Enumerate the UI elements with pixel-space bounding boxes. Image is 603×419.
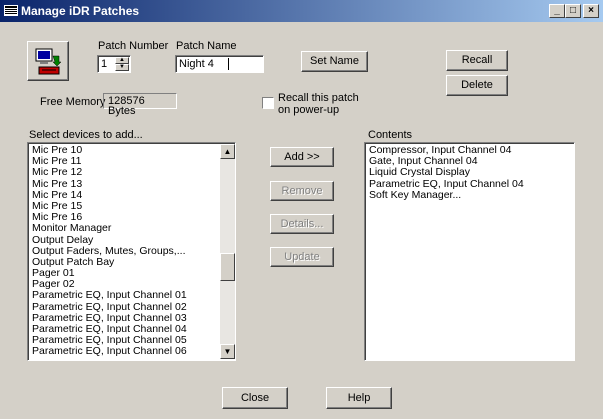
patch-name-value: Night 4 bbox=[179, 58, 214, 70]
devices-scrollbar[interactable]: ▲ ▼ bbox=[220, 144, 235, 359]
list-item[interactable]: Parametric EQ, Input Channel 01 bbox=[29, 290, 219, 301]
close-window-button[interactable]: × bbox=[583, 4, 599, 18]
list-item[interactable]: Mic Pre 12 bbox=[29, 167, 219, 178]
spinner-down-icon[interactable]: ▼ bbox=[115, 64, 129, 71]
help-button[interactable]: Help bbox=[326, 387, 392, 409]
update-button[interactable]: Update bbox=[270, 247, 334, 267]
list-item[interactable]: Soft Key Manager... bbox=[366, 189, 571, 201]
minimize-button[interactable]: _ bbox=[549, 4, 565, 18]
text-cursor bbox=[228, 58, 229, 70]
patch-name-input[interactable]: Night 4 bbox=[175, 55, 264, 73]
scroll-up-icon[interactable]: ▲ bbox=[220, 144, 235, 159]
list-item[interactable]: Liquid Crystal Display bbox=[366, 167, 571, 178]
spinner-up-icon[interactable]: ▲ bbox=[115, 57, 129, 64]
free-memory-value: 128576 Bytes bbox=[103, 93, 177, 117]
contents-listbox[interactable]: Compressor, Input Channel 04 Gate, Input … bbox=[364, 142, 575, 361]
list-item[interactable]: Monitor Manager bbox=[29, 223, 219, 234]
devices-listbox[interactable]: Mic Pre 10 Mic Pre 11 Mic Pre 12 Mic Pre 13… bbox=[27, 142, 236, 361]
free-memory-label: Free Memory bbox=[40, 96, 106, 108]
recall-on-powerup-checkbox[interactable] bbox=[262, 97, 274, 109]
scroll-thumb[interactable] bbox=[220, 253, 235, 281]
app-icon bbox=[4, 5, 18, 16]
devices-list: Mic Pre 10 Mic Pre 11 Mic Pre 12 Mic Pre 13… bbox=[29, 144, 219, 358]
patch-number-value: 1 bbox=[101, 58, 108, 70]
list-item[interactable]: Output Delay bbox=[29, 234, 219, 246]
set-name-button[interactable]: Set Name bbox=[301, 51, 368, 72]
patch-number-spinner[interactable]: 1 ▲ ▼ bbox=[97, 55, 131, 73]
list-item[interactable]: Parametric EQ, Input Channel 06 bbox=[29, 346, 219, 357]
title-bar: Manage iDR Patches _ □ × bbox=[0, 0, 603, 22]
contents-label: Contents bbox=[368, 129, 413, 141]
remove-button[interactable]: Remove bbox=[270, 181, 334, 201]
recall-checkbox-label-line2: on power-up bbox=[278, 104, 340, 116]
recall-checkbox-label-line1: Recall this patch bbox=[278, 92, 359, 104]
details-button[interactable]: Details... bbox=[270, 214, 334, 234]
dialog-body: Patch Number 1 ▲ ▼ Patch Name Night 4 Se… bbox=[0, 22, 603, 419]
add-button[interactable]: Add >> bbox=[270, 147, 334, 167]
contents-list: Compressor, Input Channel 04 Gate, Input … bbox=[366, 144, 571, 201]
recall-button[interactable]: Recall bbox=[446, 50, 508, 71]
patch-number-label: Patch Number bbox=[98, 40, 169, 52]
window-title: Manage iDR Patches bbox=[21, 4, 140, 18]
delete-button[interactable]: Delete bbox=[446, 75, 508, 96]
close-button[interactable]: Close bbox=[222, 387, 288, 409]
patch-icon-button[interactable] bbox=[27, 41, 69, 81]
devices-label: Select devices to add... bbox=[29, 129, 143, 141]
scroll-down-icon[interactable]: ▼ bbox=[220, 344, 235, 359]
maximize-button[interactable]: □ bbox=[565, 4, 581, 18]
computer-download-icon bbox=[35, 48, 62, 75]
patch-name-label: Patch Name bbox=[176, 40, 237, 52]
